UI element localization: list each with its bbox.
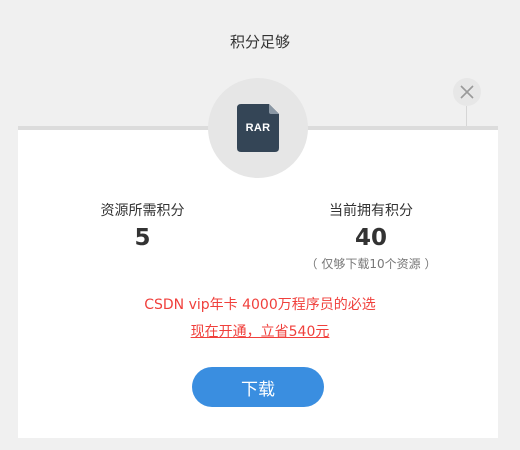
file-badge: RAR	[208, 78, 308, 178]
required-points-value: 5	[134, 225, 151, 251]
current-points-note: （ 仅够下载10个资源 ）	[305, 257, 437, 271]
vip-promo-link[interactable]: 现在开通，立省540元	[191, 324, 330, 340]
required-points-block: 资源所需积分 5	[60, 200, 225, 251]
close-button[interactable]	[453, 78, 481, 106]
dialog-title: 积分足够	[229, 33, 290, 51]
current-points-label: 当前拥有积分	[329, 203, 413, 219]
required-points-label: 资源所需积分	[100, 203, 185, 219]
current-points-block: 当前拥有积分 40 （ 仅够下载10个资源 ）	[290, 200, 452, 272]
vip-promo-text: CSDN vip年卡 4000万程序员的必选	[144, 297, 376, 313]
current-points-value: 40	[354, 225, 387, 251]
vip-promo-link-row: 现在开通，立省540元	[0, 321, 520, 341]
close-connector	[466, 106, 467, 126]
close-icon	[460, 85, 474, 99]
file-type-label: RAR	[245, 122, 271, 134]
download-button[interactable]: 下载	[192, 367, 324, 407]
rar-file-icon: RAR	[237, 104, 279, 152]
